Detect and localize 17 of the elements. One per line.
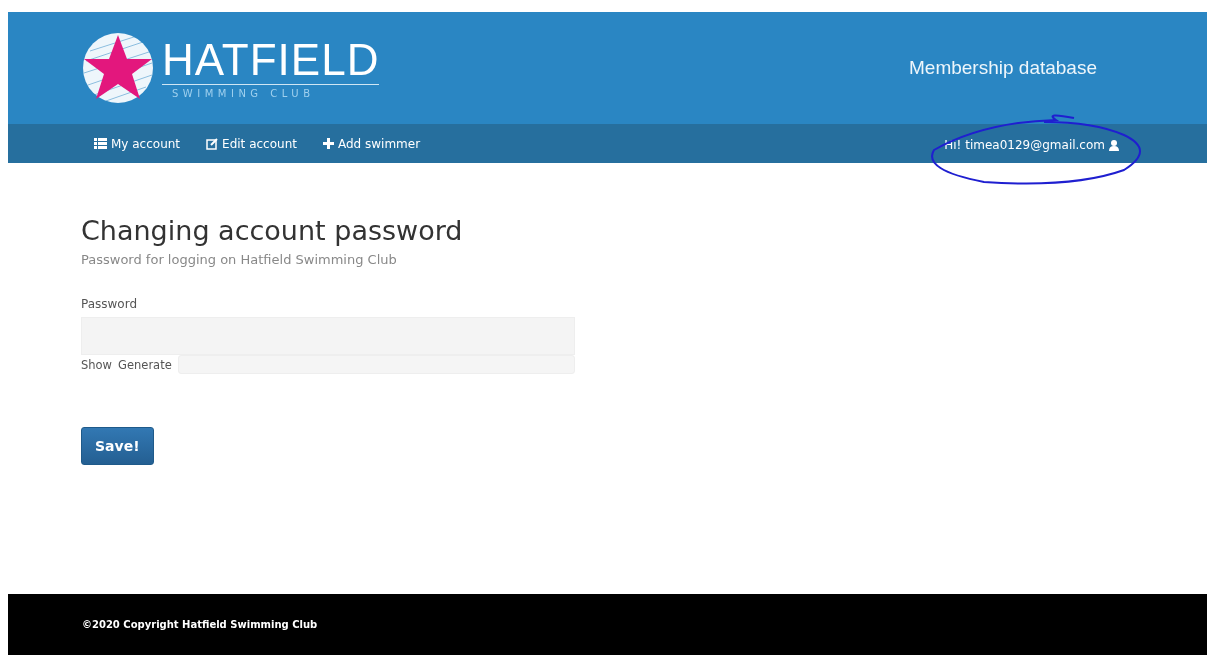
list-icon: [94, 138, 107, 149]
page-heading: Changing account password: [81, 215, 463, 246]
copyright-text: ©2020 Copyright Hatfield Swimming Club: [82, 619, 318, 630]
nav-link[interactable]: My account: [94, 136, 181, 151]
field-label: Password: [81, 297, 138, 311]
logo-tagline: SWIMMING CLUB: [171, 87, 316, 99]
nav-link[interactable]: Edit account: [206, 136, 297, 151]
password-tool-link[interactable]: Show: [81, 357, 113, 372]
page-subheading: Password for logging on Hatfield Swimming Club: [81, 252, 397, 267]
user-icon: [1109, 139, 1119, 151]
password-tool-link[interactable]: Generate: [118, 357, 172, 372]
plus-icon: [322, 138, 334, 149]
save-button[interactable]: Save!: [81, 427, 154, 465]
logo-name: HATFIELD: [162, 37, 380, 85]
edit-icon: [206, 137, 219, 150]
nav-link[interactable]: Add swimmer: [322, 136, 421, 151]
site-title: Membership database: [909, 57, 1097, 79]
